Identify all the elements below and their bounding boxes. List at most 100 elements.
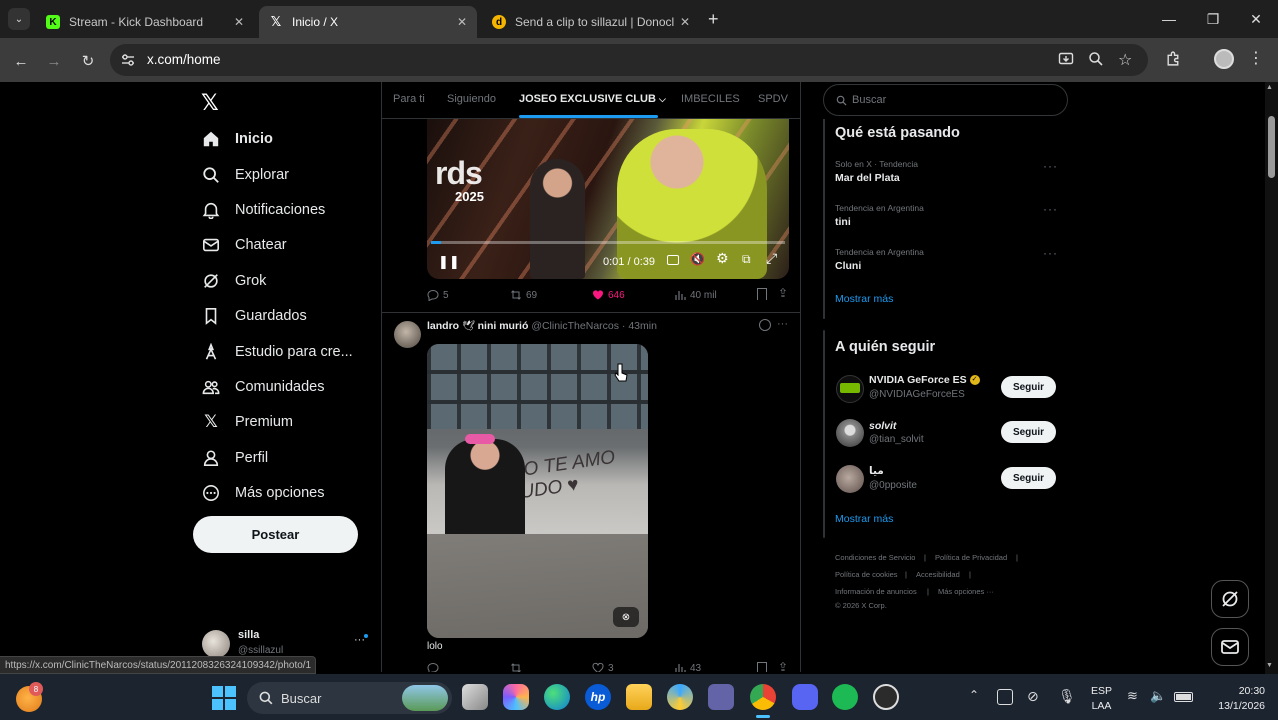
nav-item-premium[interactable]: 𝕏 Premium (201, 407, 293, 437)
nav-item-explorar[interactable]: Explorar (201, 160, 289, 190)
extensions-icon[interactable] (1165, 50, 1182, 67)
nav-item-inicio[interactable]: Inicio (201, 124, 273, 154)
settings-gear-icon[interactable]: ⚙ (716, 250, 729, 267)
tweet-photo[interactable]: LOLO TE AMO PITUDO ♥ ⊗ (427, 344, 648, 638)
language-indicator[interactable]: ESP LAA (1091, 684, 1112, 714)
back-arrow-icon[interactable]: ← (10, 50, 32, 72)
follow-button[interactable]: Seguir (1001, 467, 1056, 489)
post-button[interactable]: Postear (193, 516, 358, 553)
footer-link-privacy[interactable]: Política de Privacidad (935, 553, 1007, 562)
new-tab-button[interactable]: + (708, 9, 719, 30)
show-hidden-icons[interactable]: ⌃ (969, 688, 979, 702)
minimize-button[interactable]: — (1147, 0, 1191, 38)
pip-icon[interactable]: ⧉ (742, 252, 751, 267)
reply-stat[interactable] (427, 662, 443, 672)
zoom-icon[interactable] (1088, 51, 1104, 67)
grok-icon[interactable] (759, 319, 771, 331)
more-dots-icon[interactable]: ··· (777, 318, 788, 330)
footer-link-terms[interactable]: Condiciones de Servicio (835, 553, 915, 562)
tab-close-icon[interactable]: ✕ (234, 15, 244, 29)
nav-item-notificaciones[interactable]: Notificaciones (201, 195, 325, 225)
obs-icon[interactable] (873, 684, 899, 710)
tweet-author-avatar[interactable] (394, 321, 421, 348)
more-dots-icon[interactable]: ··· (1043, 159, 1058, 173)
nav-item-comunidades[interactable]: Comunidades (201, 372, 324, 402)
like-stat[interactable]: 646 (592, 289, 625, 301)
close-window-button[interactable]: ✕ (1234, 0, 1278, 38)
battery-icon[interactable] (1174, 692, 1193, 702)
video-scrubber[interactable] (431, 241, 785, 244)
copilot-icon[interactable] (503, 684, 529, 710)
tab-close-icon[interactable]: ✕ (457, 15, 467, 29)
reply-stat[interactable]: 5 (427, 289, 449, 301)
more-dots-icon[interactable]: ··· (1043, 202, 1058, 216)
trends-show-more-link[interactable]: Mostrar más (835, 293, 893, 305)
views-stat[interactable]: 40 mil (674, 289, 717, 301)
tab-kick-dashboard[interactable]: K Stream - Kick Dashboard ✕ (36, 6, 254, 38)
chrome-icon[interactable] (750, 684, 776, 710)
tab-siguiendo[interactable]: Siguiendo (447, 93, 496, 105)
spotify-icon[interactable] (832, 684, 858, 710)
tab-search-menu-button[interactable]: ⌄ (8, 8, 30, 30)
tray-icon[interactable] (997, 689, 1013, 705)
teams-icon[interactable] (708, 684, 734, 710)
repost-stat[interactable]: 69 (510, 289, 537, 301)
alt-badge-icon[interactable]: ⊗ (613, 607, 639, 627)
nav-item-estudio[interactable]: Estudio para cre... (201, 337, 353, 367)
scroll-up-arrow-icon[interactable]: ▲ (1266, 84, 1273, 91)
nav-item-chatear[interactable]: Chatear (201, 230, 287, 260)
scroll-down-arrow-icon[interactable]: ▼ (1266, 662, 1273, 669)
follow-name[interactable]: solvit (869, 420, 896, 432)
fullscreen-icon[interactable]: ⤢ (766, 250, 777, 267)
footer-link-cookies[interactable]: Política de cookies (835, 570, 898, 579)
tab-donoclip[interactable]: d Send a clip to sillazul | Donoclip ✕ (482, 6, 700, 38)
grok-float-button[interactable] (1211, 580, 1249, 618)
tweet-time[interactable]: · 43min (622, 320, 657, 332)
avatar[interactable] (836, 465, 864, 493)
tray-icon[interactable]: ⊘ (1027, 688, 1039, 705)
follow-button[interactable]: Seguir (1001, 421, 1056, 443)
share-icon[interactable]: ⇪ (778, 286, 788, 300)
install-app-icon[interactable] (1058, 51, 1074, 67)
reload-icon[interactable]: ↻ (77, 50, 99, 72)
share-icon[interactable]: ⇪ (778, 660, 788, 672)
follow-name[interactable]: میا (869, 465, 884, 477)
nav-item-grok[interactable]: Grok (201, 266, 266, 296)
edge-icon[interactable] (544, 684, 570, 710)
mute-icon[interactable]: 🔇 (690, 252, 705, 266)
nav-item-mas-opciones[interactable]: Más opciones (201, 478, 324, 508)
pause-icon[interactable]: ❚❚ (438, 254, 460, 270)
avatar[interactable] (836, 419, 864, 447)
like-stat[interactable]: 3 (592, 662, 614, 672)
views-stat[interactable]: 43 (674, 662, 701, 672)
browser-menu-icon[interactable]: ⋮ (1248, 48, 1264, 68)
tweet-author-handle[interactable]: @ClinicTheNarcos (531, 320, 619, 332)
footer-link-accessibility[interactable]: Accesibilidad (916, 570, 960, 579)
bookmark-icon[interactable] (757, 662, 767, 672)
nav-item-guardados[interactable]: Guardados (201, 301, 307, 331)
repost-stat[interactable] (510, 662, 526, 672)
tab-close-icon[interactable]: ✕ (680, 15, 690, 29)
tab-x-home[interactable]: 𝕏 Inicio / X ✕ (259, 6, 477, 38)
bookmark-star-icon[interactable]: ☆ (1118, 50, 1132, 70)
profile-avatar[interactable] (1214, 49, 1234, 69)
tab-imbeciles[interactable]: IMBECILES (681, 93, 740, 105)
captions-icon[interactable] (667, 255, 679, 265)
x-logo-icon[interactable]: 𝕏 (201, 90, 219, 116)
bookmark-icon[interactable] (757, 288, 767, 300)
messages-float-button[interactable] (1211, 628, 1249, 666)
scrollbar-thumb[interactable] (1268, 116, 1275, 178)
tweet-author-name[interactable]: landro (427, 320, 459, 332)
clock[interactable]: 20:30 13/1/2026 (1205, 684, 1265, 714)
footer-link-ads-info[interactable]: Información de anuncios (835, 587, 917, 596)
address-bar[interactable] (110, 44, 1148, 76)
follow-show-more-link[interactable]: Mostrar más (835, 513, 893, 525)
discord-icon[interactable] (792, 684, 818, 710)
volume-icon[interactable]: 🔈 (1150, 688, 1166, 704)
hp-icon[interactable]: hp (585, 684, 611, 710)
site-info-icon[interactable] (120, 52, 136, 68)
tab-joseo-exclusive-club[interactable]: JOSEO EXCLUSIVE CLUB ⌵ (519, 93, 666, 105)
follow-button[interactable]: Seguir (1001, 376, 1056, 398)
task-view-icon[interactable] (462, 684, 488, 710)
nav-item-perfil[interactable]: Perfil (201, 443, 268, 473)
